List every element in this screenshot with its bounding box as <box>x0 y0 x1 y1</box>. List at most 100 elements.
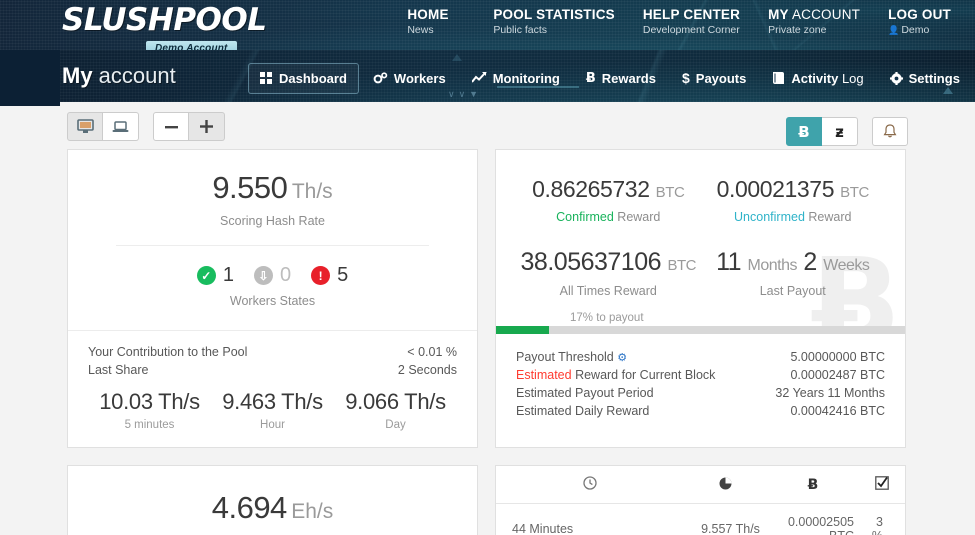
gear-icon <box>889 71 903 85</box>
row-estimated-payout-period: Estimated Payout Period 32 Years 11 Mont… <box>516 384 885 402</box>
all-times-reward-value: 38.05637106 BTC <box>520 248 697 276</box>
payout-threshold-value: 5.00000000 BTC <box>790 350 885 364</box>
contribution-value: < 0.01 % <box>407 345 457 359</box>
col-reward-header[interactable]: Ƀ <box>765 466 860 504</box>
tab-settings[interactable]: Settings <box>878 63 972 94</box>
payout-progress-fill <box>496 326 550 334</box>
row-contribution: Your Contribution to the Pool < 0.01 % <box>88 343 457 361</box>
logo-text: SLUSHPOOL <box>62 2 267 38</box>
last-share-value: 2 Seconds <box>397 363 457 377</box>
tab-workers[interactable]: Workers <box>361 63 458 94</box>
topnav-item-my-account[interactable]: MY ACCOUNT Private zone <box>754 4 874 38</box>
topnav-sub-log-out: 👤 Demo <box>888 24 930 36</box>
payout-details: Payout Threshold ⚙ 5.00000000 BTC Estima… <box>496 334 905 446</box>
topnav-item-home[interactable]: HOME News <box>393 4 479 38</box>
book-icon <box>772 72 785 84</box>
top-navigation: HOME News POOL STATISTICS Public facts H… <box>393 4 965 38</box>
workers-off-count: 0 <box>279 264 292 286</box>
btc-toggle-button[interactable]: Ƀ <box>786 117 822 146</box>
account-tabs: Dashboard Workers Monitoring Ƀ Rewards $… <box>248 62 972 94</box>
tab-dashboard-label: Dashboard <box>279 70 347 86</box>
row-0-percent: 3 % <box>872 515 883 535</box>
payout-progress-label: 17% to payout <box>564 312 650 324</box>
decor-triangle-mid <box>452 54 462 61</box>
topnav-sub-home: News <box>407 24 434 36</box>
last-payout-caption: Last Payout <box>759 284 826 298</box>
workers-ok[interactable]: ✓ 1 <box>196 264 234 287</box>
tab-monitoring[interactable]: Monitoring <box>460 63 572 94</box>
grid-icon <box>260 72 273 84</box>
topnav-sub-help-center: Development Corner <box>642 24 740 36</box>
page-title: My account <box>62 63 176 88</box>
tab-settings-label: Settings <box>908 70 960 86</box>
row-0-time: 44 Minutes <box>512 522 574 535</box>
zec-toggle-button[interactable]: ƶ <box>822 117 858 146</box>
layout-toggle-group <box>67 112 139 141</box>
gears-icon <box>373 71 388 85</box>
tab-activity-log[interactable]: Activity Log <box>760 63 875 94</box>
checkbox-icon <box>875 476 890 493</box>
plus-icon-button[interactable] <box>189 112 225 141</box>
estimated-payout-period-value: 32 Years 11 Months <box>775 386 885 400</box>
last-payout-value: 11 Months 2 Weeks <box>716 248 870 276</box>
down-arrow-circle-icon: ⇩ <box>253 266 273 285</box>
workers-ok-count: 1 <box>222 264 234 286</box>
estimated-block-reward-value: 0.00002487 BTC <box>790 368 885 382</box>
row-0-reward: 0.00002505 BTC <box>787 515 854 535</box>
chart-line-icon <box>471 72 487 84</box>
contribution-label: Your Contribution to the Pool <box>88 345 248 359</box>
row-estimated-daily-reward: Estimated Daily Reward 0.00042416 BTC <box>516 402 885 420</box>
laptop-icon-button[interactable] <box>103 112 139 141</box>
dollar-icon: $ <box>681 70 690 86</box>
scoring-hash-rate-caption: Scoring Hash Rate <box>220 214 325 228</box>
logo[interactable]: SLUSHPOOL Demo Account <box>62 2 267 50</box>
hash-rate-details: Your Contribution to the Pool < 0.01 % L… <box>68 330 477 447</box>
tab-monitoring-label: Monitoring <box>492 70 560 86</box>
row-last-share: Last Share 2 Seconds <box>88 361 457 379</box>
topnav-title-my-account: MY ACCOUNT <box>768 7 861 22</box>
payout-progress: 17% to payout <box>496 312 905 334</box>
span-hour: 9.463 Th/s Hour <box>211 389 334 431</box>
tab-rewards-label: Rewards <box>601 70 656 86</box>
divider <box>116 245 429 246</box>
payout-threshold-label: Payout Threshold ⚙ <box>516 350 628 364</box>
workers-off[interactable]: ⇩ 0 <box>253 264 292 287</box>
dashboard-cards: 9.550 Th/s Scoring Hash Rate ✓ 1 ⇩ 0 ! 5… <box>67 149 908 535</box>
bell-icon-button[interactable] <box>872 117 908 146</box>
estimated-payout-period-label: Estimated Payout Period <box>516 386 654 400</box>
confirmed-reward: 0.86265732 BTC Confirmed Reward <box>516 176 701 224</box>
table-header-row: Ƀ <box>496 466 905 504</box>
topnav-item-pool-statistics[interactable]: POOL STATISTICS Public facts <box>479 4 629 38</box>
span-5-minutes: 10.03 Th/s 5 minutes <box>88 389 211 431</box>
topnav-item-help-center[interactable]: HELP CENTER Development Corner <box>629 4 754 38</box>
gear-icon[interactable]: ⚙ <box>617 352 627 364</box>
topnav-item-log-out[interactable]: LOG OUT 👤 Demo <box>874 4 965 38</box>
span-5-minutes-label: 5 minutes <box>124 419 175 431</box>
tab-rewards[interactable]: Ƀ Rewards <box>574 63 668 94</box>
left-rail <box>0 102 60 106</box>
exclamation-circle-icon: ! <box>311 266 331 285</box>
table-row[interactable]: 44 Minutes 9.557 Th/s 0.00002505 BTC 3 % <box>496 504 905 535</box>
topnav-title-home: HOME <box>407 7 449 22</box>
span-5-minutes-value: 10.03 Th/s <box>99 389 200 414</box>
currency-toolbar: Ƀ ƶ <box>786 117 908 146</box>
clock-icon <box>583 476 597 493</box>
tab-dashboard[interactable]: Dashboard <box>248 62 359 94</box>
row-0-hashrate: 9.557 Th/s <box>701 522 760 535</box>
col-hashrate-header[interactable] <box>684 466 766 504</box>
workers-error[interactable]: ! 5 <box>311 264 348 287</box>
workers-error-count: 5 <box>337 264 349 286</box>
payout-progress-track <box>496 326 905 334</box>
estimated-block-reward-label: Estimated Reward for Current Block <box>516 368 716 382</box>
col-percent-header[interactable] <box>859 466 905 504</box>
minus-icon-button[interactable] <box>153 112 189 141</box>
currency-toggle-group: Ƀ ƶ <box>786 117 858 146</box>
account-navbar: My account ∨∨▼ Dashboard Workers Monitor… <box>0 50 975 102</box>
tab-payouts-label: Payouts <box>695 70 747 86</box>
desktop-icon-button[interactable] <box>67 112 103 141</box>
tab-payouts[interactable]: $ Payouts <box>670 62 758 94</box>
user-icon: 👤 <box>888 25 900 35</box>
span-day-label: Day <box>385 419 406 431</box>
col-time-header[interactable] <box>496 466 685 504</box>
last-share-label: Last Share <box>88 363 149 377</box>
